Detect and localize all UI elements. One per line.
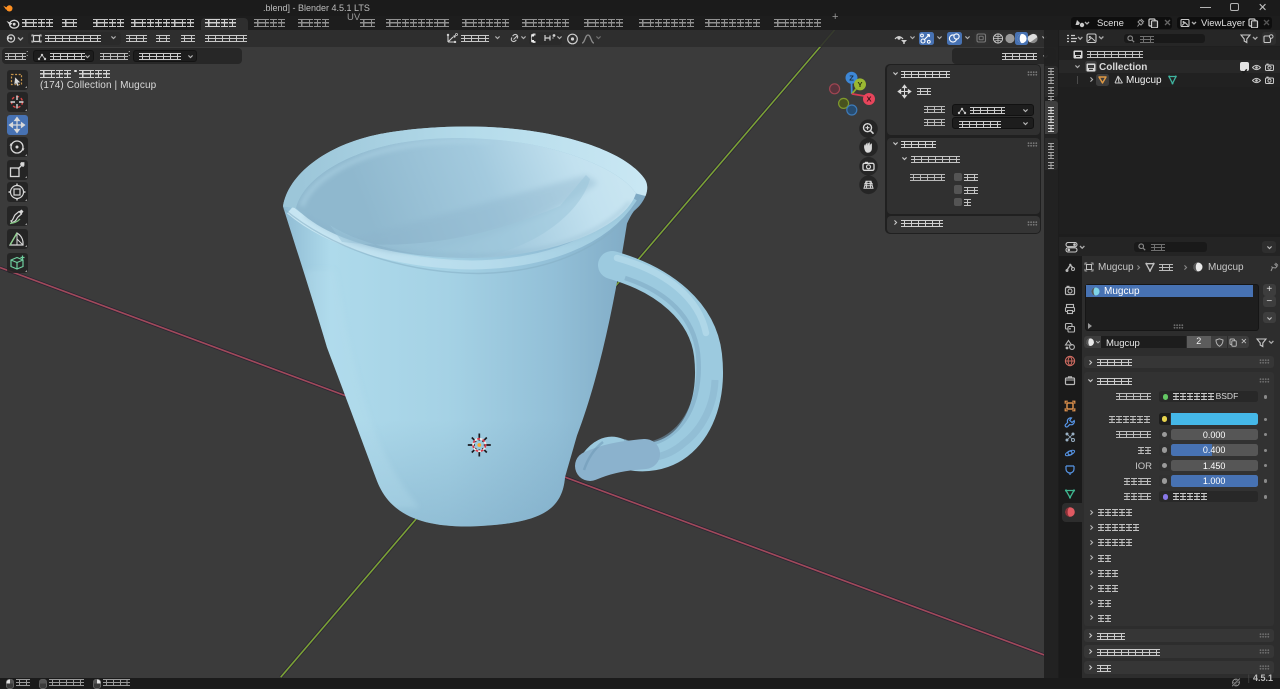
svg-text:Y: Y: [857, 80, 862, 89]
svg-text:X: X: [866, 95, 871, 104]
svg-text:Z: Z: [849, 73, 854, 82]
